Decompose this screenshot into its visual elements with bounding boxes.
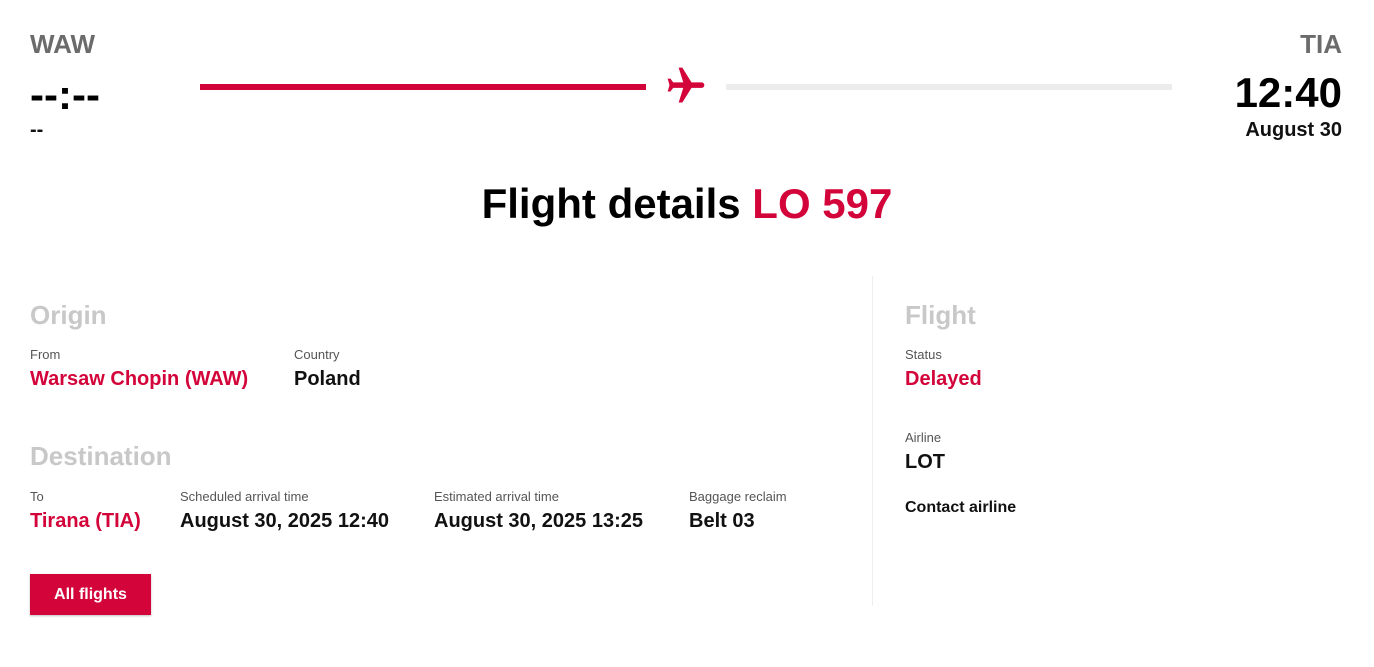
from-value: Warsaw Chopin (WAW) (30, 368, 249, 390)
page-title: Flight details LO 597 (0, 178, 1374, 230)
destination-heading: Destination (30, 441, 172, 471)
column-divider (872, 276, 873, 606)
estimated-arrival-label: Estimated arrival time (434, 489, 559, 504)
arrival-time: 12:40 (1234, 69, 1342, 116)
departure-time: --:-- (30, 71, 100, 118)
country-value: Poland (294, 368, 361, 390)
route-progress-completed (200, 84, 646, 90)
destination-code: TIA (1300, 29, 1342, 59)
arrival-date: August 30 (1245, 119, 1342, 141)
estimated-arrival-value: August 30, 2025 13:25 (434, 510, 643, 532)
to-value: Tirana (TIA) (30, 510, 141, 532)
scheduled-arrival-value: August 30, 2025 12:40 (180, 510, 389, 532)
status-badge: Delayed (905, 368, 982, 390)
flight-heading: Flight (905, 300, 976, 330)
title-prefix: Flight details (481, 180, 741, 227)
airline-value: LOT (905, 451, 945, 473)
all-flights-button[interactable]: All flights (30, 574, 151, 615)
baggage-reclaim-label: Baggage reclaim (689, 489, 787, 504)
origin-heading: Origin (30, 300, 107, 330)
contact-airline-link[interactable]: Contact airline (905, 498, 1016, 518)
country-label: Country (294, 347, 340, 362)
departure-date: -- (30, 119, 44, 141)
baggage-reclaim-value: Belt 03 (689, 510, 755, 532)
scheduled-arrival-label: Scheduled arrival time (180, 489, 309, 504)
status-label: Status (905, 347, 942, 362)
from-label: From (30, 347, 61, 362)
origin-code: WAW (30, 29, 95, 59)
route-progress-remaining (726, 84, 1172, 90)
plane-icon (664, 64, 708, 108)
flight-number: LO 597 (752, 180, 893, 227)
to-label: To (30, 489, 44, 504)
airline-label: Airline (905, 430, 942, 445)
